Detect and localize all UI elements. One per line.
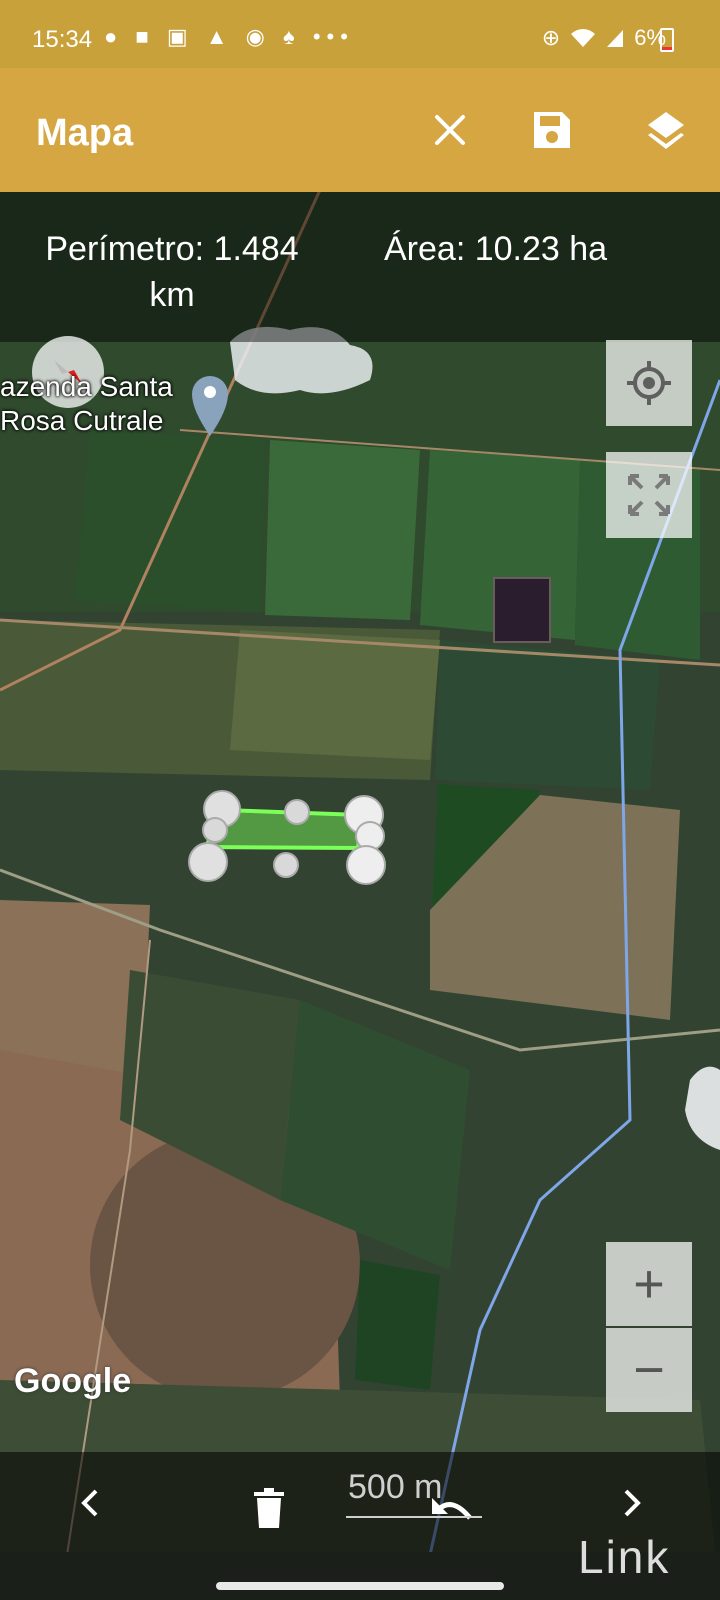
- status-bar: 15:34 ● ■ ▣ ▲ ◉ ♠ ••• ⊕ 6%: [0, 0, 720, 68]
- layers-icon: [648, 112, 684, 149]
- perimeter-readout: Perímetro: 1.484 km: [45, 230, 299, 314]
- notification-icons: ● ■ ▣ ▲ ◉ ♠ •••: [104, 24, 354, 50]
- zoom-in-button[interactable]: +: [606, 1242, 692, 1326]
- area-readout: Área: 10.23 ha: [384, 230, 608, 268]
- photo-icon: ▣: [166, 24, 194, 49]
- chevron-right-icon[interactable]: [620, 1488, 644, 1518]
- wifi-icon: [571, 29, 596, 47]
- flame-icon: ♠: [283, 24, 301, 49]
- close-icon: [435, 115, 465, 145]
- google-attribution: Google: [14, 1362, 132, 1400]
- save-icon: [534, 112, 570, 148]
- save-button[interactable]: [530, 108, 574, 152]
- app-icon: ◉: [245, 24, 271, 49]
- more-icon: •••: [312, 24, 354, 49]
- battery-icon: [660, 28, 674, 52]
- warning-icon: ▲: [205, 24, 234, 49]
- my-location-button[interactable]: [606, 340, 692, 426]
- alert-square-icon: ■: [135, 24, 155, 49]
- app-bar: Mapa: [0, 68, 720, 192]
- layers-button[interactable]: [644, 108, 688, 152]
- crosshair-icon: [627, 361, 671, 405]
- measurement-panel: Perímetro: 1.484 km Área: 10.23 ha: [0, 192, 720, 342]
- status-time: 15:34: [32, 26, 93, 53]
- system-icons: ⊕ 6%: [542, 25, 666, 51]
- home-gesture-pill[interactable]: [216, 1582, 504, 1590]
- fullscreen-button[interactable]: [606, 452, 692, 538]
- watermark: Link: [578, 1531, 671, 1583]
- chevron-left-icon[interactable]: [78, 1488, 102, 1518]
- trash-icon[interactable]: [252, 1488, 286, 1528]
- place-label: azenda Santa Rosa Cutrale: [0, 371, 173, 436]
- expand-icon: [628, 474, 670, 516]
- clock-target-icon: ⊕: [541, 25, 561, 50]
- scale-bar: [346, 1516, 482, 1518]
- chat-bubble-icon: ●: [104, 24, 124, 49]
- page-title: Mapa: [36, 112, 134, 154]
- scale-label: 500 m: [348, 1468, 443, 1506]
- zoom-out-button[interactable]: −: [606, 1328, 692, 1412]
- signal-icon: [607, 30, 624, 47]
- close-button[interactable]: [428, 108, 472, 152]
